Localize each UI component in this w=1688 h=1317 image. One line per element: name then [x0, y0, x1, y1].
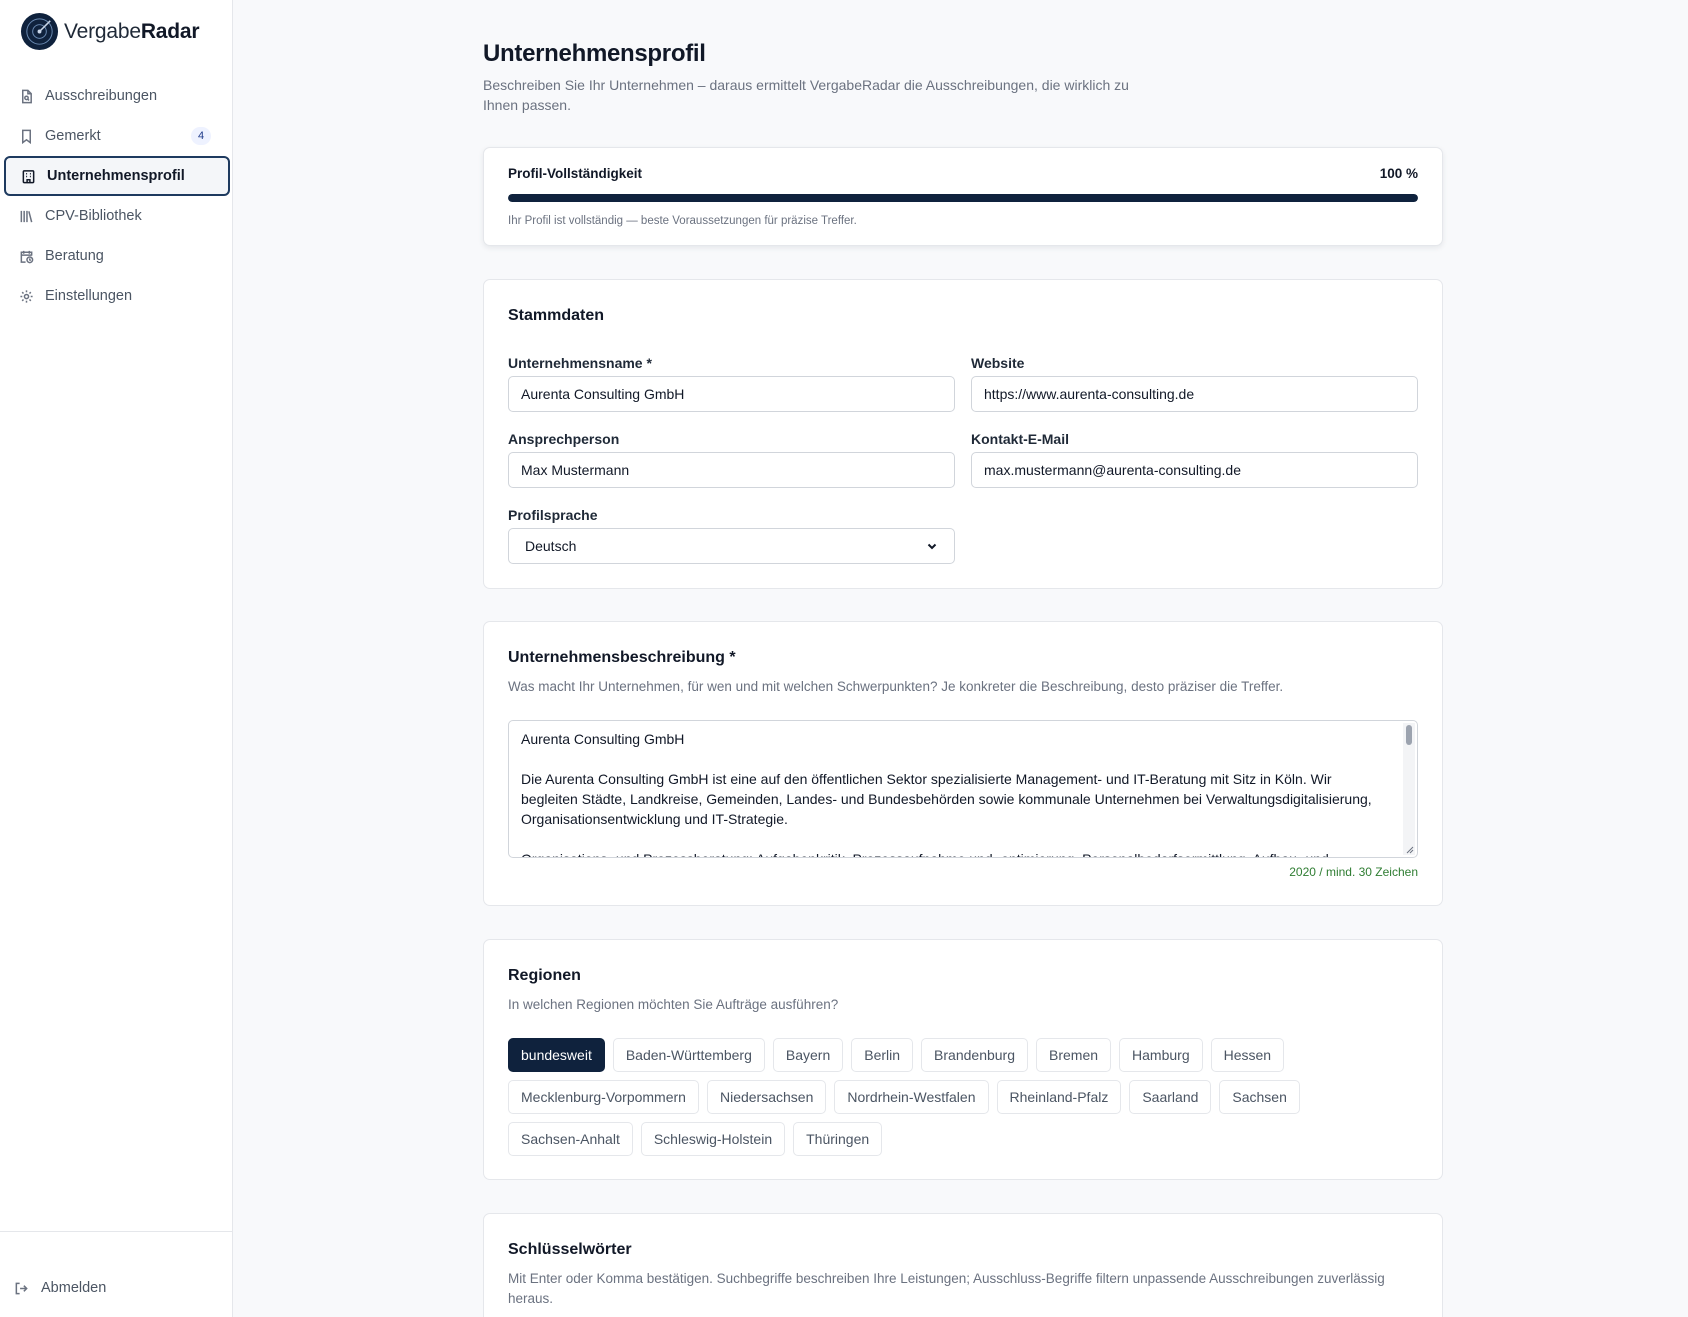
- page-title: Unternehmensprofil: [483, 40, 706, 67]
- sidebar-item-label: Gemerkt: [45, 128, 101, 144]
- chip-row: Sachsen-Anhalt Schleswig-Holstein Thürin…: [508, 1122, 1428, 1156]
- region-chip[interactable]: Nordrhein-Westfalen: [834, 1080, 989, 1114]
- sidebar-item-beratung[interactable]: Beratung: [0, 236, 233, 276]
- section-title: Unternehmensbeschreibung *: [508, 649, 736, 666]
- region-chip[interactable]: Rheinland-Pfalz: [996, 1080, 1122, 1114]
- company-name-input[interactable]: Aurenta Consulting GmbH: [508, 376, 955, 412]
- region-chip[interactable]: Berlin: [851, 1038, 914, 1072]
- app-logo[interactable]: VergabeRadar: [20, 12, 200, 51]
- region-chip[interactable]: Saarland: [1129, 1080, 1212, 1114]
- chip-row: Mecklenburg-Vorpommern Niedersachsen Nor…: [508, 1080, 1428, 1114]
- sidebar-item-label: Ausschreibungen: [45, 88, 158, 104]
- sidebar-footer: Abmelden: [0, 1231, 233, 1296]
- resize-grip-icon[interactable]: [1405, 845, 1414, 854]
- region-chip[interactable]: Bayern: [772, 1038, 844, 1072]
- region-chip[interactable]: Hamburg: [1119, 1038, 1203, 1072]
- description-textarea[interactable]: Aurenta Consulting GmbH Die Aurenta Cons…: [508, 720, 1418, 858]
- region-chip[interactable]: Mecklenburg-Vorpommern: [508, 1080, 699, 1114]
- progress-bar: [508, 194, 1418, 202]
- bookmark-icon: [18, 128, 34, 144]
- contact-person-input[interactable]: Max Mustermann: [508, 452, 955, 488]
- chevron-down-icon: [927, 543, 937, 550]
- progress-bar-fill: [508, 194, 1418, 202]
- section-title: Stammdaten: [508, 307, 605, 324]
- contact-email-label: Kontakt-E-Mail: [971, 431, 1069, 447]
- library-icon: [18, 208, 34, 224]
- sidebar-item-ausschreibungen[interactable]: Ausschreibungen: [0, 76, 233, 116]
- stammdaten-card: Stammdaten Unternehmensname * Aurenta Co…: [483, 279, 1443, 589]
- selected-language: Deutsch: [525, 538, 577, 554]
- section-subtitle: Was macht Ihr Unternehmen, für wen und m…: [508, 679, 1284, 694]
- section-title: Regionen: [508, 967, 581, 984]
- scrollbar-thumb[interactable]: [1406, 725, 1412, 745]
- sidebar-item-gemerkt[interactable]: Gemerkt 4: [0, 116, 233, 156]
- contact-person-label: Ansprechperson: [508, 431, 620, 447]
- logout-icon: [15, 1282, 28, 1294]
- logout-label: Abmelden: [41, 1280, 107, 1296]
- section-subtitle: Mit Enter oder Komma bestätigen. Suchbeg…: [508, 1271, 1385, 1306]
- sidebar-item-label: Einstellungen: [45, 288, 133, 304]
- logout-button[interactable]: Abmelden: [14, 1280, 106, 1296]
- contact-email-input[interactable]: max.mustermann@aurenta-consulting.de: [971, 452, 1418, 488]
- description-text: Aurenta Consulting GmbH Die Aurenta Cons…: [521, 731, 1372, 857]
- calendar-clock-icon: [18, 248, 34, 264]
- section-title: Schlüsselwörter: [508, 1241, 632, 1258]
- region-chip[interactable]: Sachsen: [1219, 1080, 1300, 1114]
- brand-name: VergabeRadar: [64, 19, 200, 43]
- radar-logo-icon: [20, 12, 59, 51]
- sidebar-item-cpv-bibliothek[interactable]: CPV-Bibliothek: [0, 196, 233, 236]
- sidebar-item-label: Beratung: [45, 248, 104, 264]
- region-chip[interactable]: Brandenburg: [921, 1038, 1028, 1072]
- profile-completeness-card: Profil-Vollständigkeit 100 % Ihr Profil …: [483, 147, 1443, 246]
- page-subtitle: Beschreiben Sie Ihr Unternehmen – daraus…: [483, 77, 1129, 113]
- sidebar-item-einstellungen[interactable]: Einstellungen: [0, 276, 233, 316]
- count-badge: 4: [191, 127, 211, 145]
- sidebar: VergabeRadar Ausschreibungen Gemerkt 4 U…: [0, 0, 233, 1317]
- sidebar-item-label: Unternehmensprofil: [47, 168, 185, 184]
- textarea-scrollbar[interactable]: [1403, 723, 1415, 855]
- building-icon: [20, 168, 36, 184]
- region-chip[interactable]: Schleswig-Holstein: [640, 1122, 786, 1156]
- region-chip[interactable]: bundesweit: [508, 1038, 605, 1072]
- sidebar-nav: Ausschreibungen Gemerkt 4 Unternehmenspr…: [0, 76, 233, 316]
- company-name-label: Unternehmensname *: [508, 355, 652, 371]
- profile-language-label: Profilsprache: [508, 507, 598, 523]
- chip-row: bundesweit Baden-Württemberg Bayern Berl…: [508, 1038, 1428, 1072]
- region-chip[interactable]: Hessen: [1210, 1038, 1285, 1072]
- region-chip-list: bundesweit Baden-Württemberg Bayern Berl…: [508, 1038, 1428, 1164]
- progress-value: 100 %: [1379, 166, 1418, 181]
- website-label: Website: [971, 355, 1025, 371]
- keywords-card: Schlüsselwörter Mit Enter oder Komma bes…: [483, 1213, 1443, 1317]
- progress-note: Ihr Profil ist vollständig — beste Vorau…: [508, 215, 857, 227]
- region-chip[interactable]: Thüringen: [793, 1122, 883, 1156]
- regions-card: Regionen In welchen Regionen möchten Sie…: [483, 939, 1443, 1180]
- region-chip[interactable]: Baden-Württemberg: [612, 1038, 765, 1072]
- profile-language-select[interactable]: Deutsch: [508, 528, 955, 564]
- sidebar-item-unternehmensprofil[interactable]: Unternehmensprofil: [4, 156, 230, 196]
- sidebar-item-label: CPV-Bibliothek: [45, 208, 142, 224]
- region-chip[interactable]: Bremen: [1036, 1038, 1112, 1072]
- website-input[interactable]: https://www.aurenta-consulting.de: [971, 376, 1418, 412]
- section-subtitle: In welchen Regionen möchten Sie Aufträge…: [508, 997, 839, 1012]
- description-card: Unternehmensbeschreibung * Was macht Ihr…: [483, 621, 1443, 906]
- progress-title: Profil-Vollständigkeit: [508, 166, 643, 181]
- region-chip[interactable]: Sachsen-Anhalt: [508, 1122, 633, 1156]
- char-count: 2020 / mind. 30 Zeichen: [1289, 865, 1418, 879]
- region-chip[interactable]: Niedersachsen: [706, 1080, 827, 1114]
- file-search-icon: [18, 88, 34, 104]
- gear-icon: [18, 288, 34, 304]
